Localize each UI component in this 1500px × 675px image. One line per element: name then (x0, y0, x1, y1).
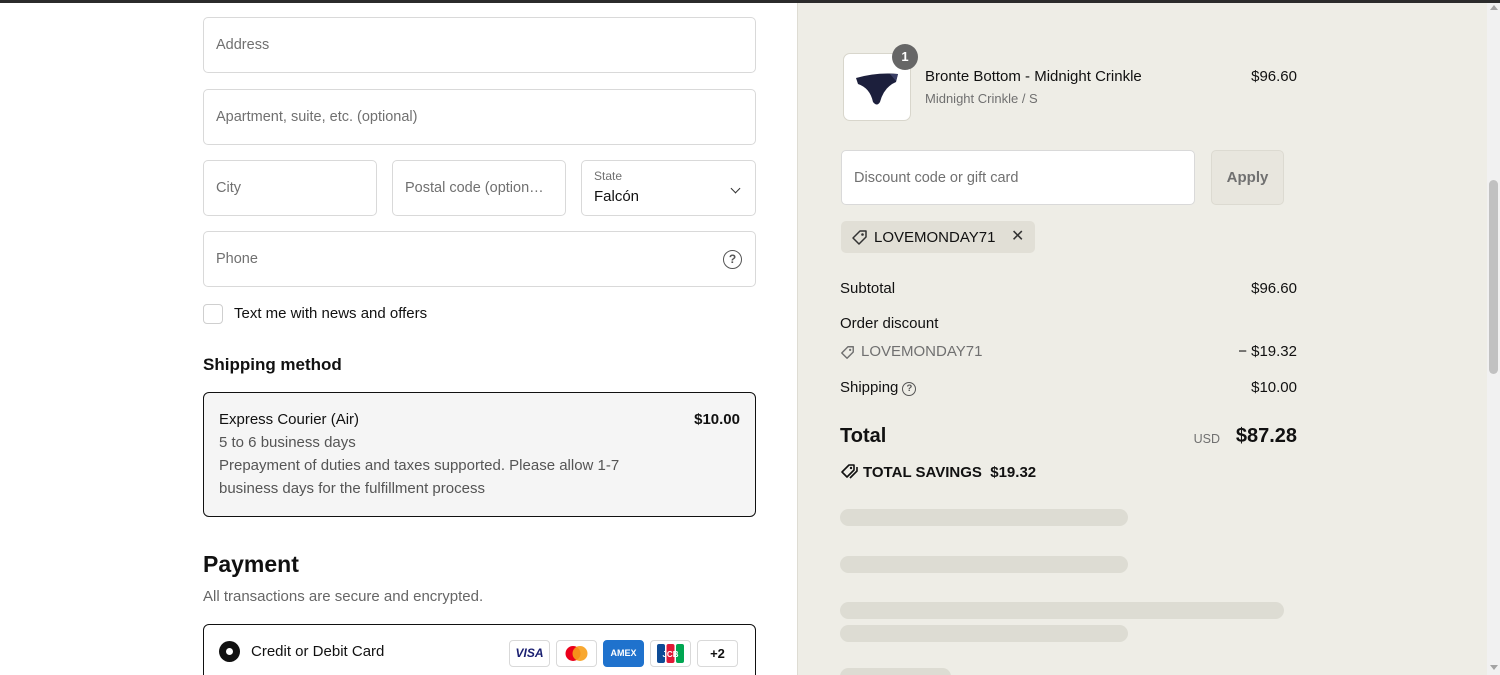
shipping-option[interactable]: Express Courier (Air) $10.00 5 to 6 busi… (203, 392, 756, 517)
loading-skeleton-line (840, 625, 1128, 642)
shipping-method-heading: Shipping method (203, 355, 342, 374)
postal-code-field[interactable]: Postal code (option… (392, 160, 566, 216)
remove-discount-icon[interactable]: ✕ (1011, 229, 1024, 245)
sms-optin-checkbox[interactable] (203, 304, 223, 324)
product-name: Bronte Bottom - Midnight Crinkle (925, 68, 1142, 85)
total-label: Total (840, 425, 887, 447)
discount-code-input[interactable]: Discount code or gift card (841, 150, 1195, 205)
scroll-up-arrow-icon[interactable] (1490, 5, 1498, 10)
apartment-placeholder: Apartment, suite, etc. (optional) (216, 109, 418, 125)
payment-method-option[interactable]: Credit or Debit Card VISA AMEX JCB +2 (203, 624, 756, 675)
apply-button[interactable]: Apply (1211, 150, 1284, 205)
chevron-down-icon (730, 183, 741, 194)
phone-placeholder: Phone (216, 251, 258, 267)
phone-field[interactable]: Phone ? (203, 231, 756, 287)
checkout-form-panel: Address Apartment, suite, etc. (optional… (0, 0, 797, 675)
city-field[interactable]: City (203, 160, 377, 216)
state-value: Falcón (594, 188, 640, 205)
jcb-text: JCB (662, 650, 678, 659)
shipping-option-name: Express Courier (Air) (219, 411, 360, 428)
discount-code-placeholder: Discount code or gift card (854, 169, 1019, 186)
tag-icon (852, 230, 867, 245)
discount-value: − $19.32 (1238, 343, 1297, 360)
shipping-label-row: Shipping? (840, 379, 917, 396)
payment-heading: Payment (203, 551, 299, 577)
applied-discount-code: LOVEMONDAY71 (874, 229, 996, 246)
quantity-badge: 1 (892, 44, 918, 70)
payment-subtitle: All transactions are secure and encrypte… (203, 588, 484, 605)
city-placeholder: City (216, 180, 241, 196)
total-savings-value: $19.32 (990, 464, 1037, 481)
subtotal-value: $96.60 (1251, 280, 1297, 297)
help-icon[interactable]: ? (902, 382, 917, 396)
shipping-value: $10.00 (1251, 379, 1297, 396)
scrollbar-thumb[interactable] (1489, 180, 1498, 374)
total-savings-label: TOTAL SAVINGS (863, 464, 982, 481)
more-brands-badge: +2 (697, 640, 738, 667)
amex-logo-icon: AMEX (603, 640, 644, 667)
product-price: $96.60 (1251, 68, 1297, 85)
total-savings: TOTAL SAVINGS $19.32 (840, 463, 1036, 481)
loading-skeleton-line (840, 556, 1128, 573)
mastercard-logo-icon (556, 640, 597, 667)
currency-code: USD (1193, 432, 1220, 446)
discount-tag-icon (841, 346, 854, 359)
shipping-option-eta: 5 to 6 business days (219, 434, 356, 451)
state-select[interactable]: State Falcón (581, 160, 756, 216)
shipping-option-note-line1: Prepayment of duties and taxes supported… (219, 457, 620, 474)
subtotal-label: Subtotal (840, 280, 896, 297)
product-variant: Midnight Crinkle / S (925, 91, 1038, 106)
scrollbar[interactable] (1487, 0, 1500, 675)
window-top-border (0, 0, 1500, 3)
total-value: $87.28 (1235, 425, 1297, 447)
shipping-label: Shipping (840, 379, 899, 396)
loading-skeleton-line (840, 668, 951, 675)
scroll-down-arrow-icon[interactable] (1490, 665, 1498, 670)
state-label: State (594, 169, 623, 183)
payment-radio-selected[interactable] (219, 641, 240, 662)
applied-discount-chip: LOVEMONDAY71 ✕ (841, 221, 1035, 253)
sms-optin-label[interactable]: Text me with news and offers (234, 305, 427, 322)
savings-tag-icon (841, 464, 858, 479)
payment-method-label: Credit or Debit Card (251, 643, 385, 660)
help-icon[interactable]: ? (723, 250, 742, 269)
order-discount-label: Order discount (840, 315, 939, 332)
loading-skeleton-line (840, 602, 1284, 619)
postal-code-placeholder: Postal code (option… (405, 180, 544, 196)
jcb-logo-icon: JCB (650, 640, 691, 667)
shipping-option-price: $10.00 (694, 411, 740, 428)
apartment-field[interactable]: Apartment, suite, etc. (optional) (203, 89, 756, 145)
discount-code-label: LOVEMONDAY71 (861, 343, 983, 360)
address-placeholder: Address (216, 37, 270, 53)
shipping-option-note-line2: business days for the fulfillment proces… (219, 480, 485, 497)
address-field[interactable]: Address (203, 17, 756, 73)
visa-logo-icon: VISA (509, 640, 550, 667)
loading-skeleton-line (840, 509, 1128, 526)
